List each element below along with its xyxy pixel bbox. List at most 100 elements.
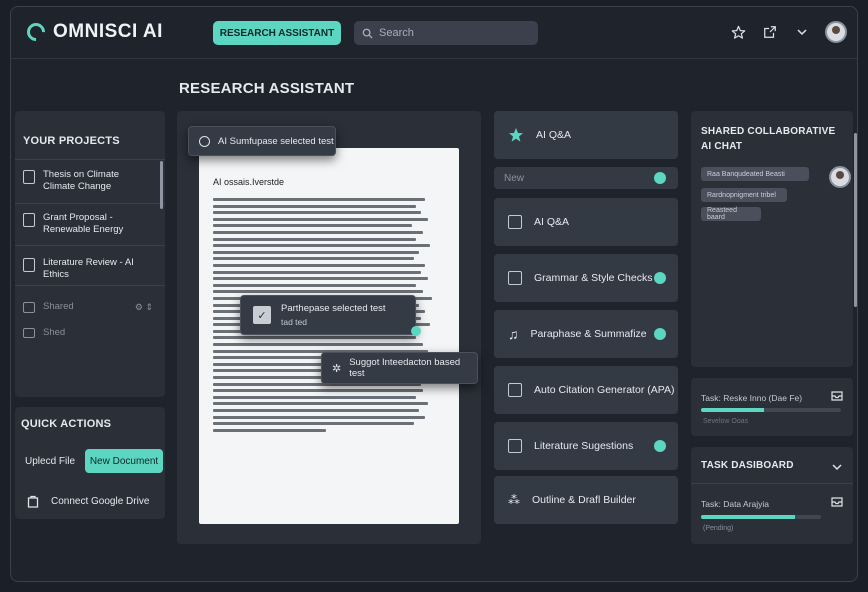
folder-icon <box>23 328 35 338</box>
new-chat-input[interactable]: New <box>494 167 678 189</box>
music-note-icon: ♫ <box>508 326 519 342</box>
tool-literature[interactable]: Literature Sugestions <box>494 422 678 470</box>
task-subtitle: (Pending) <box>703 525 734 532</box>
tool-label: Auto Citation Generator (APA) <box>534 384 675 396</box>
tab-research-assistant[interactable]: RESEARCH ASSISTANT <box>213 21 341 45</box>
header-actions <box>729 21 847 43</box>
status-dot <box>654 272 666 284</box>
document-icon <box>23 258 35 272</box>
connect-drive-label: Connect Google Drive <box>51 496 150 507</box>
task-card[interactable]: Task: Reske Inno (Dae Fe) Sevelow Ooas <box>691 378 853 436</box>
divider <box>15 203 165 204</box>
new-document-button[interactable]: New Document <box>85 449 163 473</box>
divider <box>15 245 165 246</box>
task-title: Task: Reske Inno (Dae Fe) <box>701 393 803 403</box>
task-progress-fill <box>701 515 795 519</box>
tool-label: AI Q&A <box>534 216 570 228</box>
new-label: New <box>504 172 525 184</box>
project-item-literature[interactable]: Literature Review - AI Ethics <box>23 257 153 281</box>
project-label: Grant Proposal - Renewable Energy <box>43 212 124 235</box>
suggest-tooltip[interactable]: ✲ Suggot Inteedacton based test <box>321 352 478 384</box>
paraphrase-tooltip-sub: tad ted <box>281 317 307 327</box>
chat-heading: SHARED COLLABORATIVE AI CHAT <box>701 124 835 154</box>
task-progress <box>701 408 841 412</box>
task-dashboard-heading: TASK DASIBOARD <box>701 460 794 471</box>
chat-heading-line2: AI CHAT <box>701 141 743 152</box>
checkbox-icon: ✓ <box>253 306 271 324</box>
status-dot <box>654 328 666 340</box>
tool-paraphrase[interactable]: ♫ Paraphase & Summafize <box>494 310 678 358</box>
quick-actions-panel: QUICK ACTIONS Uplecd File New Document C… <box>15 407 165 519</box>
chat-message: Reasteed baard <box>701 207 761 221</box>
logo[interactable]: OMNISCI AI <box>23 19 163 45</box>
shared-item[interactable]: Shed <box>23 327 153 339</box>
tool-grammar[interactable]: Grammar & Style Checks <box>494 254 678 302</box>
drive-icon <box>27 495 39 508</box>
task-progress-fill <box>701 408 764 412</box>
chat-message: Rardnopnigment tribel <box>701 188 787 202</box>
tool-label: Paraphase & Summafize <box>530 328 647 340</box>
shared-item[interactable]: Shared ⚙ ⇕ <box>23 301 153 313</box>
top-bar: OMNISCI AI RESEARCH ASSISTANT Search <box>11 7 857 59</box>
search-icon <box>362 28 373 39</box>
app-name: OMNISCI AI <box>53 21 163 42</box>
avatar[interactable] <box>825 21 847 43</box>
folder-icon <box>23 302 35 313</box>
share-icon[interactable] <box>761 23 779 41</box>
inbox-icon[interactable] <box>831 391 843 401</box>
divider <box>691 483 853 484</box>
task-dashboard-panel: TASK DASIBOARD Task: Data Arajyia (Pendi… <box>691 447 853 544</box>
paraphrase-tooltip-text: Parthepase selected test <box>281 303 386 314</box>
outline-icon: ⁂ <box>508 493 520 507</box>
tool-ai-qa[interactable]: AI Q&A <box>494 111 678 159</box>
settings-icon[interactable]: ⚙ ⇕ <box>135 301 153 313</box>
task-title: Task: Data Arajyia <box>701 499 770 509</box>
project-item-grant[interactable]: Grant Proposal - Renewable Energy <box>23 212 153 236</box>
project-label: Thesis on Climate Climate Change <box>43 169 120 192</box>
search-placeholder: Search <box>379 27 414 39</box>
logo-icon <box>23 19 49 45</box>
editor-panel: AI ossais.Iverstde AI Sumfupase selected… <box>177 111 481 544</box>
shared-label: Shared <box>43 301 74 312</box>
chat-avatar <box>829 166 851 188</box>
chevron-down-icon[interactable] <box>831 461 843 473</box>
projects-panel: YOUR PROJECTS Thesis on Climate Climate … <box>15 111 165 397</box>
upload-file-button[interactable]: Uplecd File <box>25 456 75 467</box>
search-bar[interactable]: Search <box>354 21 538 45</box>
tool-label: Grammar & Style Checks <box>534 272 653 284</box>
inbox-icon[interactable] <box>831 497 843 507</box>
tool-label: Literature Sugestions <box>534 440 634 452</box>
divider <box>15 159 165 160</box>
task-progress <box>701 515 821 519</box>
paraphrase-tooltip[interactable]: ✓ Parthepase selected test tad ted <box>240 295 421 336</box>
summarize-tooltip[interactable]: AI Sumfupase selected test <box>188 126 336 156</box>
star-icon[interactable] <box>729 23 747 41</box>
chat-icon <box>508 215 522 229</box>
project-label: Literature Review - AI Ethics <box>43 257 134 280</box>
status-dot <box>654 440 666 452</box>
literature-icon <box>508 439 522 453</box>
scrollbar[interactable] <box>160 161 163 209</box>
document-heading: AI ossais.Iverstde <box>213 177 285 187</box>
document-page[interactable]: AI ossais.Iverstde <box>199 148 459 524</box>
status-dot <box>654 172 666 184</box>
shared-label: Shed <box>43 327 66 338</box>
grammar-icon <box>508 271 522 285</box>
project-item-thesis[interactable]: Thesis on Climate Climate Change <box>23 169 153 193</box>
tool-ai-qa-2[interactable]: AI Q&A <box>494 198 678 246</box>
quick-actions-heading: QUICK ACTIONS <box>21 418 112 430</box>
summarize-tooltip-text: AI Sumfupase selected test <box>218 135 334 147</box>
scrollbar[interactable] <box>854 133 857 307</box>
tool-label: Outline & Drafl Builder <box>532 494 636 506</box>
projects-heading: YOUR PROJECTS <box>23 135 120 147</box>
ai-icon <box>199 135 210 147</box>
star-icon <box>509 128 523 142</box>
document-icon <box>23 213 35 227</box>
document-icon <box>23 170 35 184</box>
chevron-down-icon[interactable] <box>793 23 811 41</box>
chat-message: Raa Banqudeated Beasti <box>701 167 809 181</box>
tool-outline[interactable]: ⁂ Outline & Drafl Builder <box>494 476 678 524</box>
tool-citation[interactable]: Auto Citation Generator (APA) <box>494 366 678 414</box>
connect-drive-button[interactable]: Connect Google Drive <box>27 495 149 508</box>
chat-panel: SHARED COLLABORATIVE AI CHAT Raa Banqude… <box>691 111 857 367</box>
